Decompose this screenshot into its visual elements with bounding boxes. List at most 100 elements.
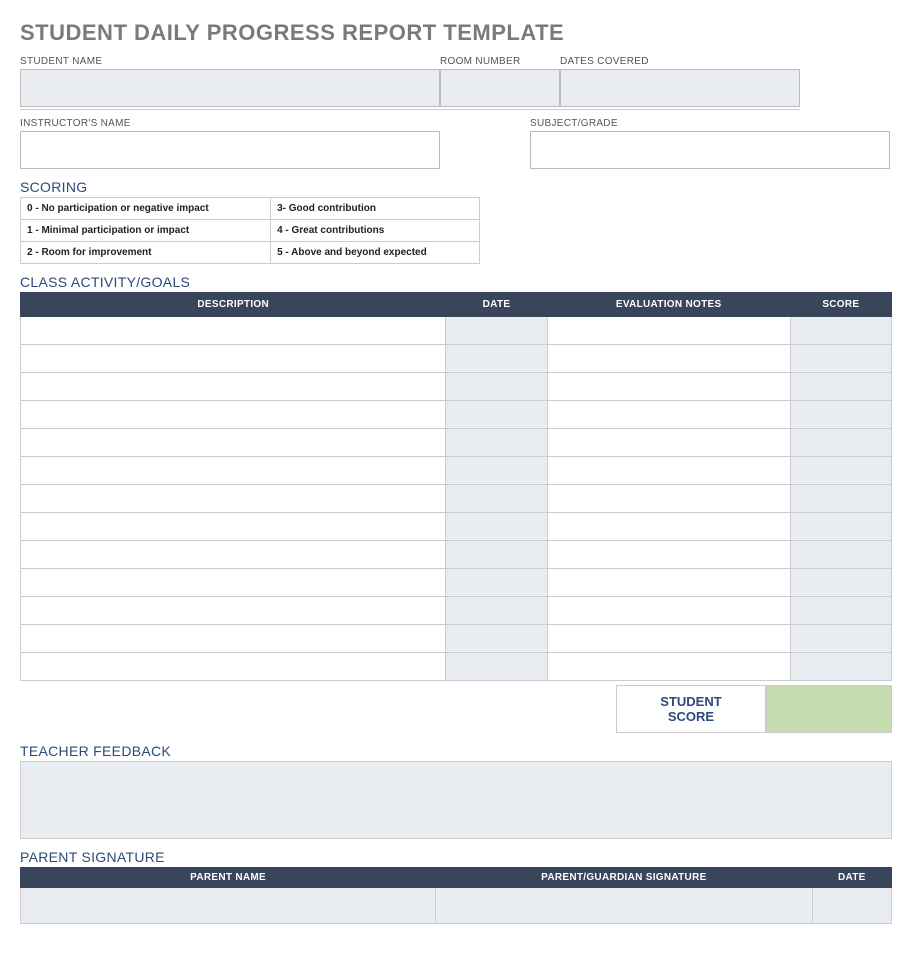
scoring-row: 2 - Room for improvement 5 - Above and b… (21, 242, 480, 264)
activity-header-notes: EVALUATION NOTES (547, 293, 790, 317)
activity-notes-cell[interactable] (547, 373, 790, 401)
activity-score-cell[interactable] (790, 597, 891, 625)
activity-description-cell[interactable] (21, 597, 446, 625)
activity-notes-cell[interactable] (547, 429, 790, 457)
student-name-input[interactable] (20, 69, 440, 107)
student-name-label: STUDENT NAME (20, 56, 440, 67)
activity-score-cell[interactable] (790, 653, 891, 681)
activity-description-cell[interactable] (21, 373, 446, 401)
activity-score-cell[interactable] (790, 373, 891, 401)
student-score-value[interactable] (766, 685, 892, 733)
activity-header-date: DATE (446, 293, 547, 317)
activity-notes-cell[interactable] (547, 457, 790, 485)
feedback-heading: TEACHER FEEDBACK (20, 743, 892, 759)
activity-score-cell[interactable] (790, 317, 891, 345)
activity-description-cell[interactable] (21, 401, 446, 429)
activity-date-cell[interactable] (446, 513, 547, 541)
info-row-1: STUDENT NAME ROOM NUMBER DATES COVERED (20, 56, 892, 107)
parent-row (21, 888, 892, 924)
activity-row (21, 513, 892, 541)
room-number-input[interactable] (440, 69, 560, 107)
subject-grade-label: SUBJECT/GRADE (530, 118, 890, 129)
activity-score-cell[interactable] (790, 485, 891, 513)
activity-description-cell[interactable] (21, 317, 446, 345)
scoring-cell: 1 - Minimal participation or impact (21, 220, 271, 242)
teacher-feedback-input[interactable] (20, 761, 892, 839)
activity-notes-cell[interactable] (547, 597, 790, 625)
room-number-field-group: ROOM NUMBER (440, 56, 560, 107)
activity-date-cell[interactable] (446, 401, 547, 429)
instructor-field-group: INSTRUCTOR'S NAME (20, 118, 440, 169)
activity-score-cell[interactable] (790, 345, 891, 373)
activity-date-cell[interactable] (446, 625, 547, 653)
divider (20, 109, 800, 110)
activity-date-cell[interactable] (446, 597, 547, 625)
activity-row (21, 569, 892, 597)
activity-description-cell[interactable] (21, 345, 446, 373)
activity-row (21, 653, 892, 681)
activity-date-cell[interactable] (446, 429, 547, 457)
subject-grade-field-group: SUBJECT/GRADE (530, 118, 890, 169)
activity-table: DESCRIPTION DATE EVALUATION NOTES SCORE (20, 292, 892, 681)
activity-date-cell[interactable] (446, 373, 547, 401)
activity-row (21, 401, 892, 429)
activity-row (21, 541, 892, 569)
activity-notes-cell[interactable] (547, 345, 790, 373)
activity-date-cell[interactable] (446, 653, 547, 681)
student-score-label: STUDENT SCORE (616, 685, 766, 733)
activity-description-cell[interactable] (21, 513, 446, 541)
scoring-table: 0 - No participation or negative impact … (20, 197, 480, 264)
activity-date-cell[interactable] (446, 569, 547, 597)
page-title: STUDENT DAILY PROGRESS REPORT TEMPLATE (20, 20, 892, 46)
parent-header-date: DATE (812, 868, 891, 888)
activity-score-cell[interactable] (790, 457, 891, 485)
parent-date-input[interactable] (812, 888, 891, 924)
scoring-cell: 4 - Great contributions (271, 220, 480, 242)
activity-description-cell[interactable] (21, 569, 446, 597)
activity-notes-cell[interactable] (547, 513, 790, 541)
activity-notes-cell[interactable] (547, 653, 790, 681)
activity-score-cell[interactable] (790, 569, 891, 597)
activity-description-cell[interactable] (21, 429, 446, 457)
activity-date-cell[interactable] (446, 317, 547, 345)
activity-date-cell[interactable] (446, 485, 547, 513)
scoring-heading: SCORING (20, 179, 892, 195)
activity-description-cell[interactable] (21, 625, 446, 653)
activity-notes-cell[interactable] (547, 485, 790, 513)
scoring-cell: 0 - No participation or negative impact (21, 198, 271, 220)
parent-header-name: PARENT NAME (21, 868, 436, 888)
parent-header-signature: PARENT/GUARDIAN SIGNATURE (436, 868, 812, 888)
parent-name-input[interactable] (21, 888, 436, 924)
activity-description-cell[interactable] (21, 541, 446, 569)
parent-signature-input[interactable] (436, 888, 812, 924)
activity-date-cell[interactable] (446, 541, 547, 569)
activity-description-cell[interactable] (21, 653, 446, 681)
activity-header-score: SCORE (790, 293, 891, 317)
parent-heading: PARENT SIGNATURE (20, 849, 892, 865)
dates-covered-field-group: DATES COVERED (560, 56, 800, 107)
activity-date-cell[interactable] (446, 345, 547, 373)
activity-row (21, 429, 892, 457)
parent-table: PARENT NAME PARENT/GUARDIAN SIGNATURE DA… (20, 867, 892, 924)
activity-notes-cell[interactable] (547, 401, 790, 429)
dates-covered-input[interactable] (560, 69, 800, 107)
activity-description-cell[interactable] (21, 485, 446, 513)
activity-score-cell[interactable] (790, 541, 891, 569)
activity-notes-cell[interactable] (547, 625, 790, 653)
activity-notes-cell[interactable] (547, 569, 790, 597)
activity-date-cell[interactable] (446, 457, 547, 485)
activity-header-row: DESCRIPTION DATE EVALUATION NOTES SCORE (21, 293, 892, 317)
activity-score-cell[interactable] (790, 401, 891, 429)
activity-score-cell[interactable] (790, 625, 891, 653)
activity-notes-cell[interactable] (547, 317, 790, 345)
activity-score-cell[interactable] (790, 513, 891, 541)
student-name-field-group: STUDENT NAME (20, 56, 440, 107)
instructor-name-input[interactable] (20, 131, 440, 169)
activity-notes-cell[interactable] (547, 541, 790, 569)
activity-description-cell[interactable] (21, 457, 446, 485)
activity-row (21, 457, 892, 485)
scoring-cell: 5 - Above and beyond expected (271, 242, 480, 264)
activity-score-cell[interactable] (790, 429, 891, 457)
subject-grade-input[interactable] (530, 131, 890, 169)
scoring-cell: 2 - Room for improvement (21, 242, 271, 264)
